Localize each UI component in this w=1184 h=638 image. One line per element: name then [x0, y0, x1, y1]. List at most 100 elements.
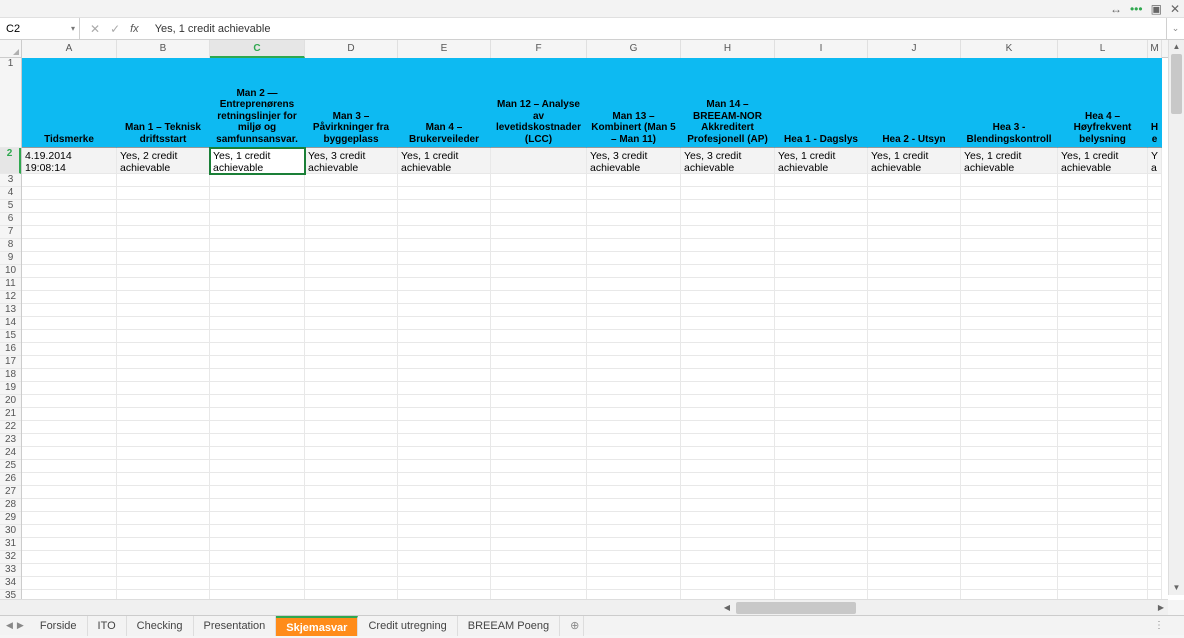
cell-F6[interactable] [491, 213, 587, 226]
cell-H5[interactable] [681, 200, 775, 213]
cell-H32[interactable] [681, 551, 775, 564]
cell-D19[interactable] [305, 382, 398, 395]
row-header-12[interactable]: 12 [0, 291, 21, 304]
cell-F34[interactable] [491, 577, 587, 590]
cell-C29[interactable] [210, 512, 305, 525]
cell-A11[interactable] [22, 278, 117, 291]
cell-J22[interactable] [868, 421, 961, 434]
cell-I13[interactable] [775, 304, 868, 317]
cell-J32[interactable] [868, 551, 961, 564]
cell-I33[interactable] [775, 564, 868, 577]
cell-L23[interactable] [1058, 434, 1148, 447]
cell-J14[interactable] [868, 317, 961, 330]
cell-M15[interactable] [1148, 330, 1162, 343]
row-header-34[interactable]: 34 [0, 577, 21, 590]
cell-A31[interactable] [22, 538, 117, 551]
cell-D12[interactable] [305, 291, 398, 304]
cell-A6[interactable] [22, 213, 117, 226]
cell-G34[interactable] [587, 577, 681, 590]
cell-F29[interactable] [491, 512, 587, 525]
cell-K14[interactable] [961, 317, 1058, 330]
row-header-30[interactable]: 30 [0, 525, 21, 538]
cell-K7[interactable] [961, 226, 1058, 239]
cell-L29[interactable] [1058, 512, 1148, 525]
cell-L25[interactable] [1058, 460, 1148, 473]
name-box[interactable]: C2 [0, 18, 80, 39]
cell-A27[interactable] [22, 486, 117, 499]
formula-confirm-icon[interactable]: ✓ [110, 22, 120, 36]
cell-M21[interactable] [1148, 408, 1162, 421]
cells-area[interactable]: TidsmerkeMan 1 – Teknisk driftsstartMan … [22, 58, 1162, 600]
cell-G14[interactable] [587, 317, 681, 330]
cell-I29[interactable] [775, 512, 868, 525]
cell-M11[interactable] [1148, 278, 1162, 291]
cell-K20[interactable] [961, 395, 1058, 408]
cell-A29[interactable] [22, 512, 117, 525]
cell-K17[interactable] [961, 356, 1058, 369]
cell-L11[interactable] [1058, 278, 1148, 291]
cell-J18[interactable] [868, 369, 961, 382]
cell-A7[interactable] [22, 226, 117, 239]
cell-G7[interactable] [587, 226, 681, 239]
cell-E20[interactable] [398, 395, 491, 408]
row-header-2[interactable]: 2 [0, 148, 21, 174]
cell-H28[interactable] [681, 499, 775, 512]
cell-A22[interactable] [22, 421, 117, 434]
cell-E21[interactable] [398, 408, 491, 421]
cell-C33[interactable] [210, 564, 305, 577]
cell-L10[interactable] [1058, 265, 1148, 278]
cell-H11[interactable] [681, 278, 775, 291]
row-header-32[interactable]: 32 [0, 551, 21, 564]
cell-M12[interactable] [1148, 291, 1162, 304]
cell-F33[interactable] [491, 564, 587, 577]
cell-F15[interactable] [491, 330, 587, 343]
cell-G12[interactable] [587, 291, 681, 304]
cell-F25[interactable] [491, 460, 587, 473]
cell-D7[interactable] [305, 226, 398, 239]
cell-B15[interactable] [117, 330, 210, 343]
cell-D32[interactable] [305, 551, 398, 564]
cell-I12[interactable] [775, 291, 868, 304]
cell-G1[interactable]: Man 13 – Kombinert (Man 5 – Man 11) [587, 58, 681, 148]
cell-D31[interactable] [305, 538, 398, 551]
cell-E26[interactable] [398, 473, 491, 486]
cell-M23[interactable] [1148, 434, 1162, 447]
cell-J17[interactable] [868, 356, 961, 369]
cell-G33[interactable] [587, 564, 681, 577]
cell-K32[interactable] [961, 551, 1058, 564]
cell-L15[interactable] [1058, 330, 1148, 343]
cell-B22[interactable] [117, 421, 210, 434]
cell-H12[interactable] [681, 291, 775, 304]
cell-B17[interactable] [117, 356, 210, 369]
cell-E16[interactable] [398, 343, 491, 356]
sheet-tab-checking[interactable]: Checking [127, 616, 194, 636]
cell-F27[interactable] [491, 486, 587, 499]
cell-C15[interactable] [210, 330, 305, 343]
cell-H16[interactable] [681, 343, 775, 356]
cell-E7[interactable] [398, 226, 491, 239]
cell-L31[interactable] [1058, 538, 1148, 551]
cell-I5[interactable] [775, 200, 868, 213]
cell-J5[interactable] [868, 200, 961, 213]
horizontal-scrollbar[interactable]: ◀ ▶ [0, 599, 1168, 615]
cell-C7[interactable] [210, 226, 305, 239]
cell-C28[interactable] [210, 499, 305, 512]
cell-B32[interactable] [117, 551, 210, 564]
column-header-A[interactable]: A [22, 40, 117, 58]
cell-E19[interactable] [398, 382, 491, 395]
cell-L9[interactable] [1058, 252, 1148, 265]
cell-I2[interactable]: Yes, 1 credit achievable [775, 148, 868, 174]
cell-K22[interactable] [961, 421, 1058, 434]
scroll-left-icon[interactable]: ◀ [720, 603, 734, 612]
cell-E12[interactable] [398, 291, 491, 304]
cell-K3[interactable] [961, 174, 1058, 187]
select-all-corner[interactable] [0, 40, 22, 58]
sheet-tab-credit-utregning[interactable]: Credit utregning [358, 616, 457, 636]
cell-B30[interactable] [117, 525, 210, 538]
cell-A15[interactable] [22, 330, 117, 343]
cell-B28[interactable] [117, 499, 210, 512]
cell-A28[interactable] [22, 499, 117, 512]
cell-G24[interactable] [587, 447, 681, 460]
cell-C2[interactable]: Yes, 1 credit achievable [210, 148, 305, 174]
cell-A32[interactable] [22, 551, 117, 564]
